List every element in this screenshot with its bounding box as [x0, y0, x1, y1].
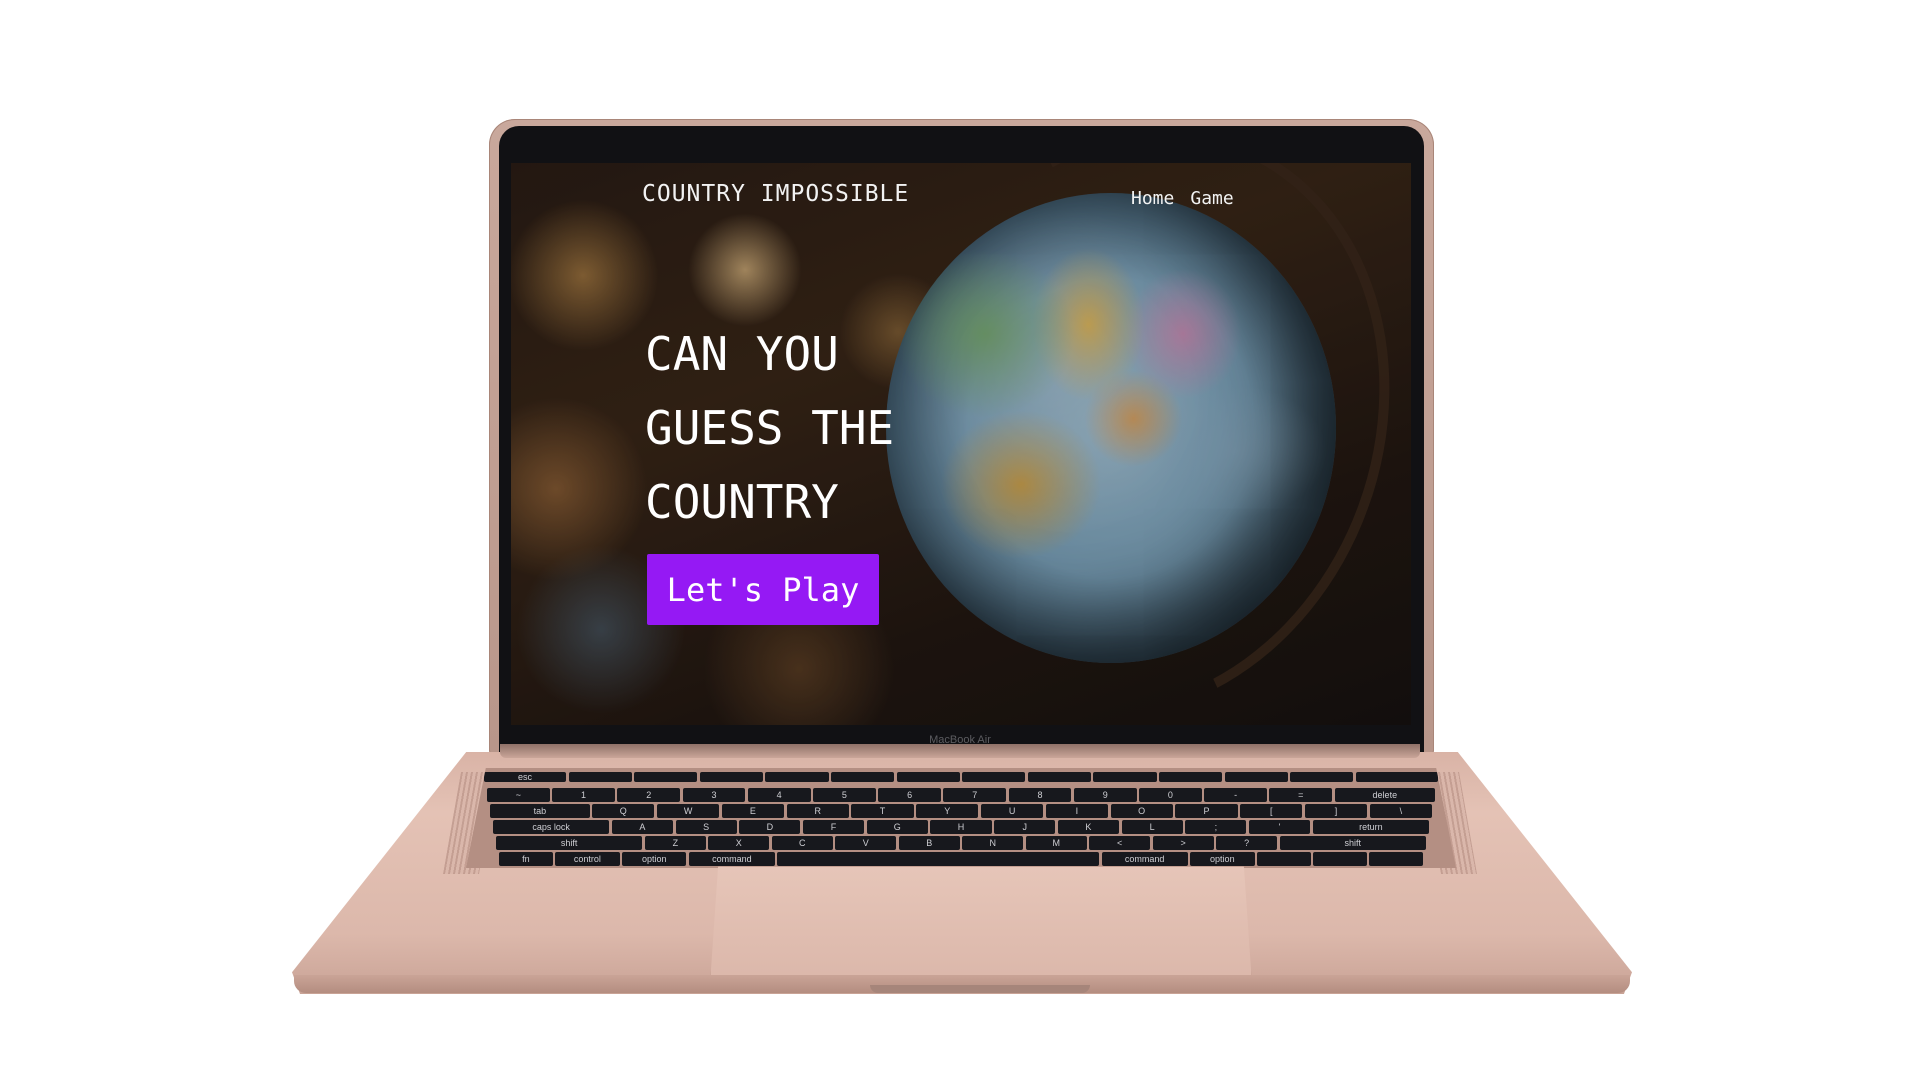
keyboard-key[interactable]: P: [1175, 804, 1238, 818]
keyboard-key[interactable]: E: [721, 804, 785, 818]
keyboard-key[interactable]: -: [1204, 788, 1267, 802]
keyboard-key[interactable]: U: [980, 804, 1044, 818]
stage: COUNTRY IMPOSSIBLE Home Game CAN YOU GUE…: [0, 0, 1920, 1080]
keyboard-key[interactable]: [1159, 772, 1223, 782]
keyboard-key[interactable]: T: [851, 804, 914, 818]
laptop-hinge: [500, 744, 1420, 758]
keyboard-key[interactable]: \: [1369, 804, 1432, 818]
keyboard-key[interactable]: command: [688, 852, 775, 866]
keyboard-key[interactable]: shift: [496, 836, 643, 850]
keyboard-key[interactable]: K: [1057, 820, 1120, 834]
keyboard-key[interactable]: W: [656, 804, 720, 818]
keyboard-key[interactable]: 2: [617, 788, 681, 802]
keyboard-key[interactable]: C: [771, 836, 833, 850]
keyboard-key[interactable]: [1093, 772, 1157, 782]
keyboard-key[interactable]: M: [1025, 836, 1087, 850]
keyboard-key[interactable]: <: [1089, 836, 1151, 850]
keyboard-key[interactable]: J: [994, 820, 1056, 834]
keyboard-key[interactable]: V: [835, 836, 897, 850]
hero-heading-line-3: COUNTRY: [645, 475, 839, 529]
site-nav: Home Game: [1131, 188, 1234, 209]
keyboard-key[interactable]: 5: [813, 788, 876, 802]
keyboard-key[interactable]: 3: [682, 788, 746, 802]
keyboard-key[interactable]: shift: [1279, 836, 1426, 850]
keyboard-key[interactable]: [1290, 772, 1354, 782]
keyboard-key[interactable]: ?: [1216, 836, 1278, 850]
keyboard-key[interactable]: ;: [1185, 820, 1247, 834]
trackpad[interactable]: [710, 866, 1252, 984]
keyboard-key[interactable]: Q: [592, 804, 655, 818]
keyboard-key[interactable]: [896, 772, 960, 782]
keyboard-key[interactable]: command: [1101, 852, 1188, 866]
keyboard-key[interactable]: B: [898, 836, 960, 850]
keyboard-key[interactable]: X: [708, 836, 770, 850]
keyboard-key[interactable]: =: [1269, 788, 1333, 802]
keyboard-key[interactable]: 1: [552, 788, 615, 802]
keyboard-key[interactable]: 7: [943, 788, 1007, 802]
hero-heading-line-2: GUESS THE: [645, 401, 895, 455]
keyboard-key[interactable]: caps lock: [493, 820, 610, 834]
keyboard-key[interactable]: [634, 772, 698, 782]
keyboard-key[interactable]: ]: [1304, 804, 1368, 818]
keyboard-key[interactable]: option: [1190, 852, 1255, 866]
keyboard-key[interactable]: [831, 772, 895, 782]
laptop-screen: COUNTRY IMPOSSIBLE Home Game CAN YOU GUE…: [511, 163, 1411, 725]
keyboard-key[interactable]: I: [1045, 804, 1108, 818]
lid-open-notch: [870, 985, 1090, 993]
keyboard-key[interactable]: [1313, 852, 1367, 866]
keyboard-key[interactable]: [: [1240, 804, 1303, 818]
keyboard-key[interactable]: tab: [490, 804, 590, 818]
keyboard-key[interactable]: 4: [747, 788, 811, 802]
nav-link-game[interactable]: Game: [1190, 188, 1233, 209]
keyboard-key[interactable]: [568, 772, 632, 782]
nav-link-home[interactable]: Home: [1131, 188, 1174, 209]
keyboard-key[interactable]: esc: [484, 772, 567, 782]
keyboard-key[interactable]: L: [1121, 820, 1183, 834]
keyboard-key[interactable]: G: [866, 820, 928, 834]
keyboard: esc ~1 2 3 4 5 6 7 8 9 0- = delete tab Q W E R T Y U I O P[] \ ca…: [466, 768, 1456, 868]
keyboard-key[interactable]: A: [611, 820, 673, 834]
keyboard-key[interactable]: ~: [487, 788, 550, 802]
keyboard-key[interactable]: [1224, 772, 1288, 782]
keyboard-key[interactable]: H: [930, 820, 992, 834]
keyboard-key[interactable]: fn: [499, 852, 553, 866]
keyboard-key[interactable]: [1369, 852, 1423, 866]
keyboard-key[interactable]: [1257, 852, 1311, 866]
keyboard-key[interactable]: [962, 772, 1026, 782]
keyboard-key[interactable]: 6: [878, 788, 941, 802]
keyboard-key[interactable]: Z: [644, 836, 706, 850]
keyboard-key[interactable]: 9: [1073, 788, 1137, 802]
lets-play-button[interactable]: Let's Play: [647, 554, 879, 625]
keyboard-key[interactable]: option: [622, 852, 687, 866]
keyboard-key[interactable]: [1355, 772, 1438, 782]
keyboard-key[interactable]: F: [802, 820, 865, 834]
site-logo[interactable]: COUNTRY IMPOSSIBLE: [642, 181, 909, 207]
keyboard-key[interactable]: return: [1312, 820, 1429, 834]
keyboard-key[interactable]: [777, 852, 1100, 866]
keyboard-key[interactable]: O: [1110, 804, 1173, 818]
keyboard-key[interactable]: >: [1152, 836, 1214, 850]
keyboard-key[interactable]: Y: [916, 804, 979, 818]
keyboard-key[interactable]: R: [786, 804, 849, 818]
keyboard-key[interactable]: D: [739, 820, 801, 834]
keyboard-key[interactable]: control: [555, 852, 620, 866]
keyboard-key[interactable]: [765, 772, 829, 782]
keyboard-key[interactable]: delete: [1334, 788, 1435, 802]
keyboard-key[interactable]: [1027, 772, 1091, 782]
keyboard-key[interactable]: N: [962, 836, 1024, 850]
keyboard-key[interactable]: S: [675, 820, 737, 834]
keyboard-key[interactable]: 8: [1008, 788, 1072, 802]
keyboard-key[interactable]: 0: [1139, 788, 1202, 802]
hero-heading-line-1: CAN YOU: [645, 327, 839, 381]
keyboard-key[interactable]: [699, 772, 763, 782]
keyboard-key[interactable]: ': [1248, 820, 1311, 834]
